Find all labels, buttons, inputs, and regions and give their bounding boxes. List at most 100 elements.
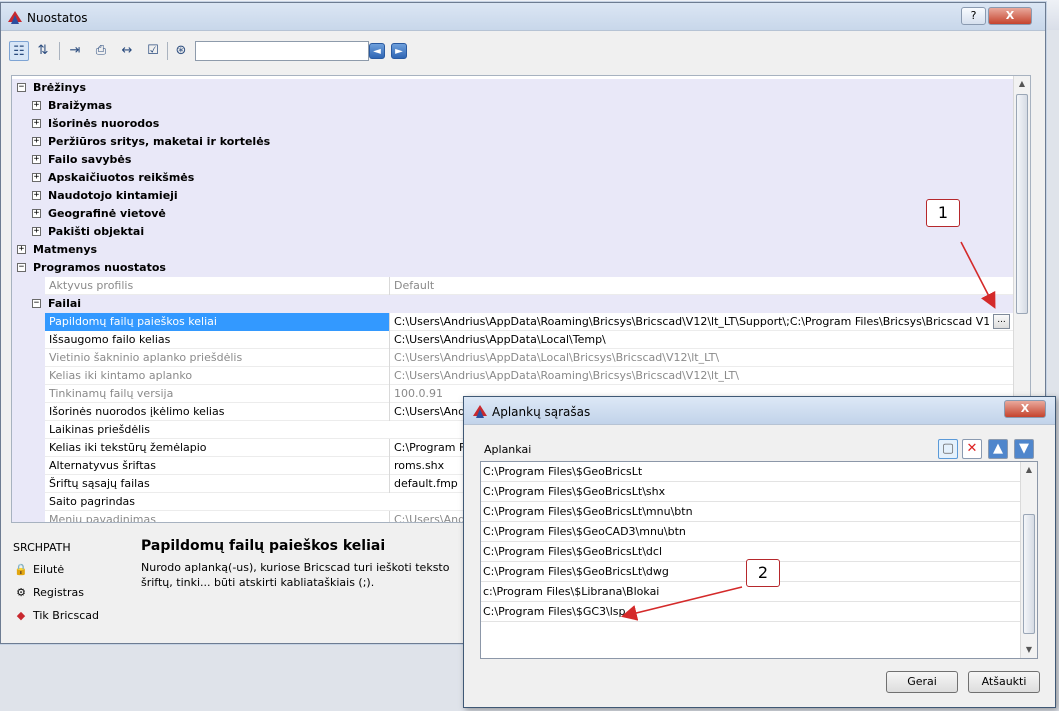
- row-gutter: [12, 331, 45, 349]
- bricscad-logo-icon: [8, 11, 22, 24]
- row-gutter: [12, 277, 45, 295]
- folder-list-item[interactable]: C:\Program Files\$GeoBricsLt\mnu\btn: [481, 502, 1021, 522]
- tree-category[interactable]: + Išorinės nuorodos: [12, 115, 1014, 133]
- tree-category[interactable]: − Brėžinys: [12, 79, 1014, 97]
- export-icon[interactable]: ⇥: [65, 41, 85, 61]
- expand-icon[interactable]: +: [32, 119, 41, 128]
- property-label: Išsaugomo failo kelias: [49, 333, 171, 346]
- dialog-titlebar: Aplankų sąrašas X: [464, 397, 1055, 425]
- property-label: Kelias iki tekstūrų žemėlapio: [49, 441, 207, 454]
- scroll-down-icon[interactable]: ▼: [1021, 642, 1037, 658]
- property-label: Aktyvus profilis: [49, 279, 134, 292]
- property-value[interactable]: C:\Users\Andrius\AppData\Roaming\Bricsys…: [389, 367, 1009, 385]
- scroll-thumb[interactable]: [1023, 514, 1035, 634]
- expand-icon[interactable]: +: [17, 245, 26, 254]
- property-label: Kelias iki kintamo aplanko: [49, 369, 193, 382]
- close-button[interactable]: X: [988, 7, 1032, 25]
- folder-list-item[interactable]: C:\Program Files\$GeoBricsLt: [481, 462, 1021, 482]
- tree-category[interactable]: + Peržiūros sritys, maketai ir kortelės: [12, 133, 1014, 151]
- new-folder-icon[interactable]: ▢: [938, 439, 958, 459]
- scope-registry: ⚙ Registras: [13, 586, 84, 599]
- scroll-thumb[interactable]: [1016, 94, 1028, 314]
- search-document-icon[interactable]: ⎙: [91, 41, 111, 61]
- browse-button[interactable]: ...: [993, 314, 1010, 329]
- property-value[interactable]: Default: [389, 277, 1009, 295]
- collapse-icon[interactable]: −: [32, 299, 41, 308]
- previous-match-button[interactable]: ◄: [369, 43, 385, 59]
- scroll-up-icon[interactable]: ▲: [1021, 462, 1037, 478]
- categorized-view-icon[interactable]: ☷: [9, 41, 29, 61]
- sort-alphabetical-icon[interactable]: ⇅: [33, 41, 53, 61]
- collapse-icon[interactable]: −: [17, 83, 26, 92]
- property-row[interactable]: Papildomų failų paieškos keliai C:\Users\…: [12, 313, 1014, 331]
- tree-category[interactable]: + Pakišti objektai: [12, 223, 1014, 241]
- tree-category-label: Failai: [48, 297, 82, 310]
- row-gutter: [12, 349, 45, 367]
- cancel-button[interactable]: Atšaukti: [968, 671, 1040, 693]
- property-label: Laikinas priešdėlis: [49, 423, 150, 436]
- variable-name: SRCHPATH: [13, 541, 71, 554]
- move-down-icon[interactable]: ▼: [1014, 439, 1034, 459]
- dialog-title: Aplankų sąrašas: [492, 405, 591, 419]
- property-row[interactable]: Kelias iki kintamo aplanko C:\Users\Andri…: [12, 367, 1014, 385]
- property-label: Alternatyvus šriftas: [49, 459, 157, 472]
- expand-icon[interactable]: +: [32, 173, 41, 182]
- ok-button[interactable]: Gerai: [886, 671, 958, 693]
- lock-icon: 🔒: [14, 563, 28, 576]
- folder-list-item[interactable]: C:\Program Files\$GeoBricsLt\shx: [481, 482, 1021, 502]
- tree-category[interactable]: + Geografinė vietovė: [12, 205, 1014, 223]
- move-up-icon[interactable]: ▲: [988, 439, 1008, 459]
- tree-category[interactable]: + Matmenys: [12, 241, 1014, 259]
- bricscad-logo-icon: [473, 405, 487, 418]
- row-gutter: [12, 439, 45, 457]
- row-gutter: [12, 511, 45, 522]
- folder-list-scrollbar[interactable]: ▲ ▼: [1020, 462, 1037, 658]
- row-gutter: [12, 403, 45, 421]
- property-row[interactable]: Aktyvus profilis Default: [12, 277, 1014, 295]
- property-label: Papildomų failų paieškos keliai: [45, 313, 389, 331]
- callout-2: 2: [746, 559, 780, 587]
- row-gutter: [12, 313, 45, 331]
- property-value[interactable]: C:\Users\Andrius\AppData\Local\Bricsys\B…: [389, 349, 1009, 367]
- binoculars-icon[interactable]: ⊛: [171, 41, 191, 61]
- tree-category[interactable]: + Naudotojo kintamieji: [12, 187, 1014, 205]
- row-gutter: [12, 385, 45, 403]
- row-gutter: [12, 493, 45, 511]
- expand-icon[interactable]: +: [32, 191, 41, 200]
- tree-category-label: Naudotojo kintamieji: [48, 189, 178, 202]
- description-title: Papildomų failų paieškos keliai: [141, 538, 386, 554]
- tree-category[interactable]: + Failo savybės: [12, 151, 1014, 169]
- tree-category-label: Brėžinys: [33, 81, 86, 94]
- property-row[interactable]: Išsaugomo failo kelias C:\Users\Andrius\A…: [12, 331, 1014, 349]
- collapse-icon[interactable]: −: [17, 263, 26, 272]
- dialog-close-button[interactable]: X: [1004, 400, 1046, 418]
- folder-list-item[interactable]: C:\Program Files\$GeoCAD3\mnu\btn: [481, 522, 1021, 542]
- expand-icon[interactable]: +: [32, 155, 41, 164]
- tree-category[interactable]: + Apskaičiuotos reikšmės: [12, 169, 1014, 187]
- help-button[interactable]: ?: [961, 7, 986, 25]
- dimension-icon[interactable]: ↔: [117, 41, 137, 61]
- property-value[interactable]: C:\Users\Andrius\AppData\Roaming\Bricsys…: [389, 313, 989, 331]
- checklist-icon[interactable]: ☑: [143, 41, 163, 61]
- scroll-up-icon[interactable]: ▲: [1014, 76, 1030, 92]
- bricscad-icon: ◆: [16, 609, 26, 622]
- expand-icon[interactable]: +: [32, 101, 41, 110]
- search-input[interactable]: [195, 41, 369, 61]
- property-row[interactable]: Vietinio šakninio aplanko priešdėlis C:\U…: [12, 349, 1014, 367]
- property-value[interactable]: C:\Users\Andrius\AppData\Local\Temp\: [389, 331, 1009, 349]
- property-label: Meniu pavadinimas: [49, 513, 156, 523]
- settings-toolbar: ☷ ⇅ ⇥ ⎙ ↔ ☑ ⊛ ◄ ►: [9, 39, 1039, 65]
- expand-icon[interactable]: +: [32, 137, 41, 146]
- expand-icon[interactable]: +: [32, 209, 41, 218]
- description-text: Nurodo aplanką(-us), kuriose Bricscad tu…: [141, 561, 450, 589]
- tree-category[interactable]: + Braižymas: [12, 97, 1014, 115]
- expand-icon[interactable]: +: [32, 227, 41, 236]
- tree-category[interactable]: − Programos nuostatos: [12, 259, 1014, 277]
- folder-list-item[interactable]: C:\Program Files\$GC3\lsp: [481, 602, 1021, 622]
- delete-icon[interactable]: ✕: [962, 439, 982, 459]
- tree-category[interactable]: − Failai: [12, 295, 1014, 313]
- tree-category-label: Pakišti objektai: [48, 225, 145, 238]
- scope-bricscad-only: ◆ Tik Bricscad: [13, 609, 99, 622]
- next-match-button[interactable]: ►: [391, 43, 407, 59]
- settings-titlebar: Nuostatos ? X: [1, 3, 1045, 31]
